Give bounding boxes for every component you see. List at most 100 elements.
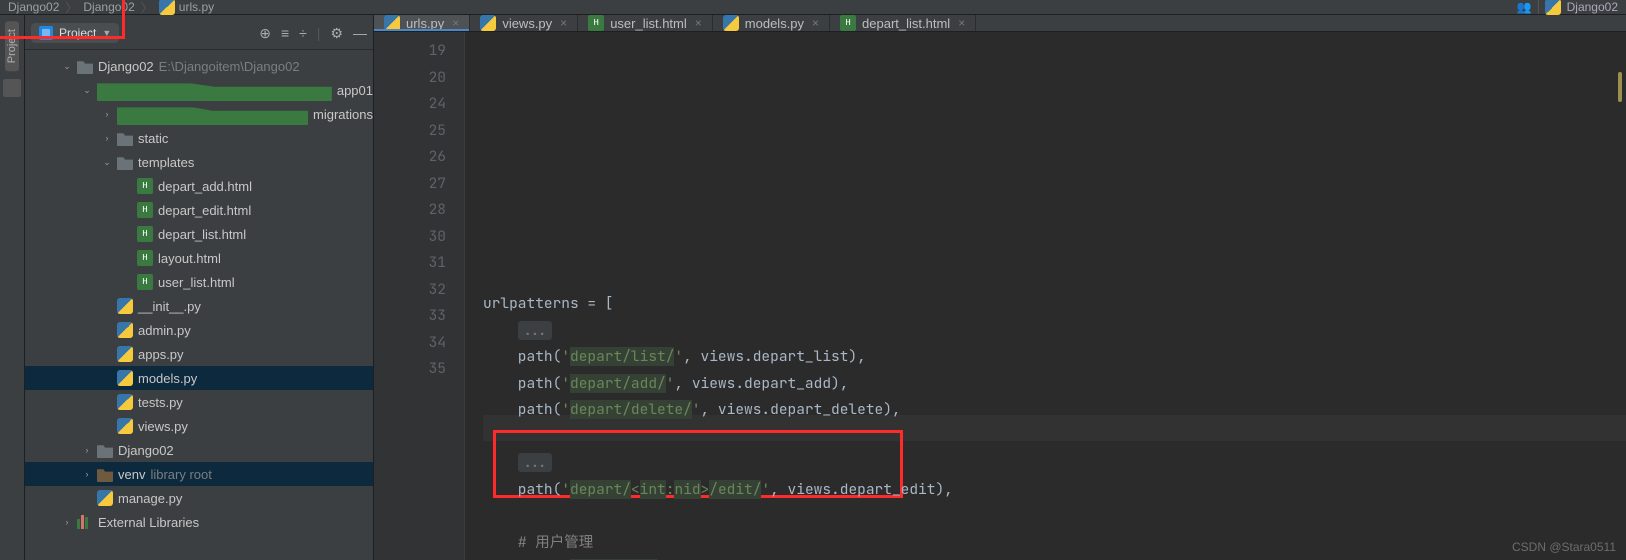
python-icon	[117, 418, 133, 434]
python-icon	[97, 490, 113, 506]
close-icon[interactable]: ×	[958, 16, 965, 30]
code-line[interactable]: path('depart/list/', views.depart_list),	[483, 344, 1626, 371]
tree-row[interactable]: models.py	[25, 366, 373, 390]
code-line[interactable]: ...	[483, 318, 1626, 345]
close-icon[interactable]: ×	[560, 16, 567, 30]
code-line[interactable]: path('user/list/', views.user_list),	[483, 556, 1626, 560]
html-icon	[137, 202, 153, 218]
tree-label: __init__.py	[138, 299, 201, 314]
code-line[interactable]: ...	[483, 450, 1626, 477]
code-line[interactable]	[483, 503, 1626, 530]
project-tree[interactable]: ⌄Django02 E:\Djangoitem\Django02⌄app01›m…	[25, 50, 373, 560]
code-line[interactable]: path('depart/delete/', views.depart_dele…	[483, 397, 1626, 424]
code-area[interactable]: 19 20 24 25 26 27 28 30 31 32 33 34 35 u…	[374, 32, 1626, 560]
breadcrumb-bar: Django02 〉 Django02 〉 urls.py 👥 Django02	[0, 0, 1626, 15]
tree-row[interactable]: ⌄ app01	[25, 78, 373, 102]
tab-label: models.py	[745, 16, 804, 31]
tree-row[interactable]: ›static	[25, 126, 373, 150]
sidebar-tools: ⊕ ≡ ÷ | ⚙ —	[259, 25, 367, 42]
tree-label: depart_edit.html	[158, 203, 251, 218]
html-icon	[588, 15, 604, 31]
tree-row[interactable]: manage.py	[25, 486, 373, 510]
tab-user_list-html[interactable]: user_list.html ×	[578, 15, 713, 31]
tree-label: Django02	[98, 59, 154, 74]
tree-row[interactable]: depart_list.html	[25, 222, 373, 246]
tree-row[interactable]: apps.py	[25, 342, 373, 366]
collapse-all-icon[interactable]: ÷	[299, 25, 307, 41]
tree-row[interactable]: ⌄Django02 E:\Djangoitem\Django02	[25, 54, 373, 78]
tree-label: app01	[337, 83, 373, 98]
tab-label: user_list.html	[610, 16, 687, 31]
project-sidebar: Project ▼ ⊕ ≡ ÷ | ⚙ — ⌄Django02 E:\Djang…	[25, 15, 374, 560]
tree-row[interactable]: › venv library root	[25, 462, 373, 486]
html-icon	[137, 226, 153, 242]
tree-label: layout.html	[158, 251, 221, 266]
code-line[interactable]: urlpatterns = [	[483, 291, 1626, 318]
gear-icon[interactable]: ⚙	[330, 25, 343, 42]
locate-icon[interactable]: ⊕	[259, 25, 271, 42]
tree-row[interactable]: › External Libraries	[25, 510, 373, 534]
crumb-project[interactable]: Django02	[83, 0, 134, 16]
users-icon[interactable]: 👥	[1517, 0, 1532, 14]
tree-row[interactable]: depart_edit.html	[25, 198, 373, 222]
tab-label: urls.py	[406, 16, 444, 31]
tree-caret[interactable]: ⌄	[82, 85, 92, 96]
tree-row[interactable]: views.py	[25, 414, 373, 438]
tree-caret[interactable]: ⌄	[102, 157, 112, 168]
source[interactable]: urlpatterns = [ ... path('depart/list/',…	[465, 32, 1626, 560]
close-icon[interactable]: ×	[452, 16, 459, 30]
hide-icon[interactable]: —	[353, 25, 367, 41]
tree-row[interactable]: layout.html	[25, 246, 373, 270]
folder-icon	[97, 442, 113, 458]
project-view-icon	[39, 26, 53, 40]
tree-label: tests.py	[138, 395, 183, 410]
tree-caret[interactable]: ›	[62, 517, 72, 527]
tree-row[interactable]: admin.py	[25, 318, 373, 342]
project-icon	[1545, 0, 1561, 15]
tree-label: venv	[118, 467, 145, 482]
tree-label: admin.py	[138, 323, 191, 338]
tab-depart_list-html[interactable]: depart_list.html×	[830, 15, 976, 31]
tree-row[interactable]: user_list.html	[25, 270, 373, 294]
tab-views-py[interactable]: views.py ×	[470, 15, 578, 31]
code-line[interactable]	[483, 424, 1626, 451]
tree-label: manage.py	[118, 491, 182, 506]
tree-caret[interactable]: ›	[102, 109, 112, 119]
tree-row[interactable]: __init__.py	[25, 294, 373, 318]
crumb-root[interactable]: Django02	[8, 0, 59, 16]
tree-row[interactable]: depart_add.html	[25, 174, 373, 198]
tree-caret[interactable]: ›	[102, 133, 112, 143]
python-icon	[480, 15, 496, 31]
code-line[interactable]: path('depart/add/', views.depart_add),	[483, 371, 1626, 398]
top-right: 👥 Django02	[1517, 0, 1618, 15]
tab-label: views.py	[502, 16, 552, 31]
tree-label: migrations	[313, 107, 373, 122]
structure-icon[interactable]	[3, 79, 21, 97]
code-line[interactable]: path('depart/<int:nid>/edit/', views.dep…	[483, 477, 1626, 504]
close-icon[interactable]: ×	[812, 16, 819, 30]
crumb-file[interactable]: urls.py	[159, 0, 214, 16]
code-line[interactable]: # 用户管理	[483, 530, 1626, 557]
tab-models-py[interactable]: models.py ×	[713, 15, 830, 31]
tree-caret[interactable]: ⌄	[62, 61, 72, 72]
project-toolwindow-tab[interactable]: Project	[5, 21, 19, 71]
tree-row[interactable]: tests.py	[25, 390, 373, 414]
tree-row[interactable]: › migrations	[25, 102, 373, 126]
tree-label: External Libraries	[98, 515, 199, 530]
tree-row[interactable]: ›Django02	[25, 438, 373, 462]
expand-all-icon[interactable]: ≡	[281, 25, 289, 41]
folder-icon	[97, 466, 113, 482]
tree-row[interactable]: ⌄templates	[25, 150, 373, 174]
python-icon	[117, 370, 133, 386]
tree-caret[interactable]: ›	[82, 469, 92, 479]
tree-label: user_list.html	[158, 275, 235, 290]
html-icon	[137, 274, 153, 290]
tab-urls-py[interactable]: urls.py ×	[374, 15, 470, 31]
library-icon	[77, 515, 93, 529]
python-icon	[117, 298, 133, 314]
tree-caret[interactable]: ›	[82, 445, 92, 455]
close-icon[interactable]: ×	[695, 16, 702, 30]
project-name[interactable]: Django02	[1567, 0, 1618, 14]
project-view-selector[interactable]: Project ▼	[31, 23, 119, 43]
tree-dim: library root	[150, 467, 211, 482]
